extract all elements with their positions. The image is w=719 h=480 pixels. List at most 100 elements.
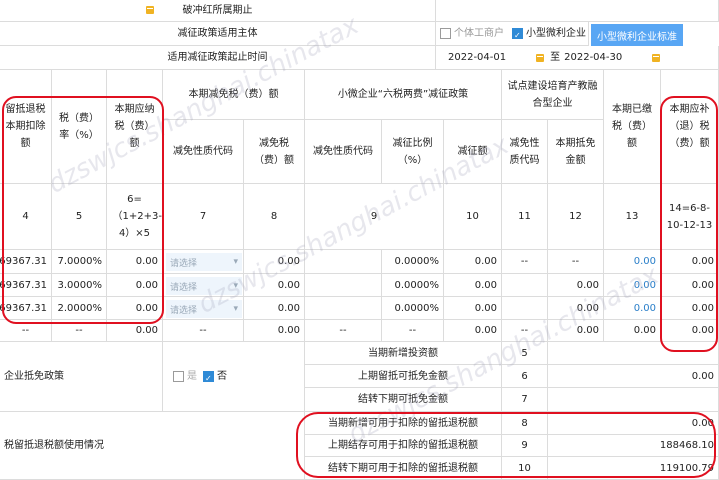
sub-code2-header: 减免性质代码 [305,120,382,184]
item-value: 188468.10 [548,435,719,457]
policy-yes-checkbox[interactable] [173,371,184,382]
table-row-cell[interactable]: 0.00 [244,250,305,274]
date-range: 2022-04-01 至 2022-04-30 [436,46,719,70]
table-row-cell: 0.00 [107,250,163,274]
table-row-cell[interactable]: 0.00 [604,274,661,297]
calendar-icon[interactable] [652,53,661,62]
chevron-down-icon: ▾ [233,257,238,267]
table-row-cell [305,274,382,297]
table-row-cell: 2.0000% [52,297,107,320]
table-row-cell: 0.00 [444,274,502,297]
individual-checkbox[interactable] [440,28,451,39]
total-cell: -- [52,320,107,342]
col-payable-header: 本期应纳税（费）额 [107,70,163,184]
table-row-cell: 0.00 [444,250,502,274]
formula-14: 14=6-8-10-12-13 [661,184,719,250]
table-row-cell: 0.0000% [382,274,444,297]
formula-5: 5 [52,184,107,250]
total-cell: -- [502,320,548,342]
table-row-cell: 0.00 [661,250,719,274]
formula-11: 11 [502,184,548,250]
period-label: 破冲红所属期止 [0,0,436,22]
reduction-code-select[interactable]: 请选择 ▾ [166,277,242,295]
col-due-header: 本期应补（退）税（费）额 [661,70,719,184]
table-row-cell [502,297,548,320]
table-row-cell: 0.00 [107,297,163,320]
table-row-cell [305,297,382,320]
small-enterprise-standard-button[interactable]: 小型微利企业标准 [591,24,683,46]
total-cell: 0.00 [604,320,661,342]
chevron-down-icon: ▾ [233,304,238,314]
formula-6: 6=（1+2+3-4）×5 [107,184,163,250]
col-deduct-header: 留抵退税本期扣除额 [0,70,52,184]
item-label: 上期留抵可抵免金额 [305,365,502,388]
date-start[interactable]: 2022-04-01 [448,49,506,66]
table-row-cell: 0.0000% [382,297,444,320]
reduction-code-select[interactable]: 请选择 ▾ [166,300,242,318]
formula-4: 4 [0,184,52,250]
chevron-down-icon: ▾ [233,281,238,291]
item-label: 结转下期可抵免金额 [305,388,502,412]
item-value [548,388,719,412]
total-cell: 0.00 [244,320,305,342]
table-row-cell: 0.00 [548,274,604,297]
table-row-cell[interactable]: 0.00 [604,250,661,274]
calendar-icon[interactable] [536,53,545,62]
dates-label: 适用减征政策起止时间 [0,46,436,70]
table-row-cell[interactable]: 0.00 [604,297,661,320]
sub-code3-header: 减免性质代码 [502,120,548,184]
sub-reduce-amt-header: 减征额 [444,120,502,184]
table-row-cell[interactable]: 0.00 [244,274,305,297]
item-label: 当期新增投资额 [305,342,502,365]
policy-label: 企业抵免政策 [0,342,163,412]
item-no: 8 [502,412,548,435]
group-reduction-header: 本期减免税（费）额 [163,70,305,120]
sub-reduced-header: 减免税（费）额 [244,120,305,184]
col-rate-header: 税（费）率（%） [52,70,107,184]
item-no: 6 [502,365,548,388]
item-no: 7 [502,388,548,412]
formula-8: 8 [244,184,305,250]
period-field[interactable] [436,0,719,22]
sub-pct-header: 减征比例（%） [382,120,444,184]
table-row-cell: 0.00 [444,297,502,320]
formula-9: 9 [305,184,444,250]
item-value: 0.00 [548,412,719,435]
table-row-cell: 0.00 [548,297,604,320]
group-six-taxes-header: 小微企业“六税两费”减征政策 [305,70,502,120]
group-pilot-header: 试点建设培育产教融合型企业 [502,70,604,120]
total-cell: -- [305,320,382,342]
item-value[interactable] [548,342,719,365]
table-row-cell: 3.0000% [52,274,107,297]
table-row-cell: 69367.31 [0,274,52,297]
item-value: 0.00 [548,365,719,388]
date-end[interactable]: 2022-04-30 [564,49,622,66]
formula-12: 12 [548,184,604,250]
table-row-cell [502,274,548,297]
total-cell: 0.00 [107,320,163,342]
calendar-icon[interactable] [146,6,154,14]
table-row-cell[interactable]: 0.00 [244,297,305,320]
item-no: 10 [502,457,548,480]
total-cell: 0.00 [444,320,502,342]
item-no: 9 [502,435,548,457]
table-row-cell: -- [548,250,604,274]
usage-label: 税留抵退税额使用情况 [0,412,305,480]
table-row-cell [305,250,382,274]
total-cell: 0.00 [548,320,604,342]
sub-code-header: 减免性质代码 [163,120,244,184]
item-label: 当期新增可用于扣除的留抵退税额 [305,412,502,435]
item-value: 119100.79 [548,457,719,480]
item-label: 上期结存可用于扣除的留抵退税额 [305,435,502,457]
table-row-cell: 69367.31 [0,250,52,274]
table-row-cell: 0.00 [661,274,719,297]
table-row-cell: 0.00 [661,297,719,320]
col-paid-header: 本期已缴税（费）额 [604,70,661,184]
policy-no-checkbox[interactable] [203,370,214,387]
table-row-cell: -- [502,250,548,274]
table-row-cell: 69367.31 [0,297,52,320]
reduction-code-select[interactable]: 请选择 ▾ [166,253,242,271]
small-enterprise-checkbox[interactable] [512,27,523,44]
formula-10: 10 [444,184,502,250]
subject-label: 减征政策适用主体 [0,22,436,46]
